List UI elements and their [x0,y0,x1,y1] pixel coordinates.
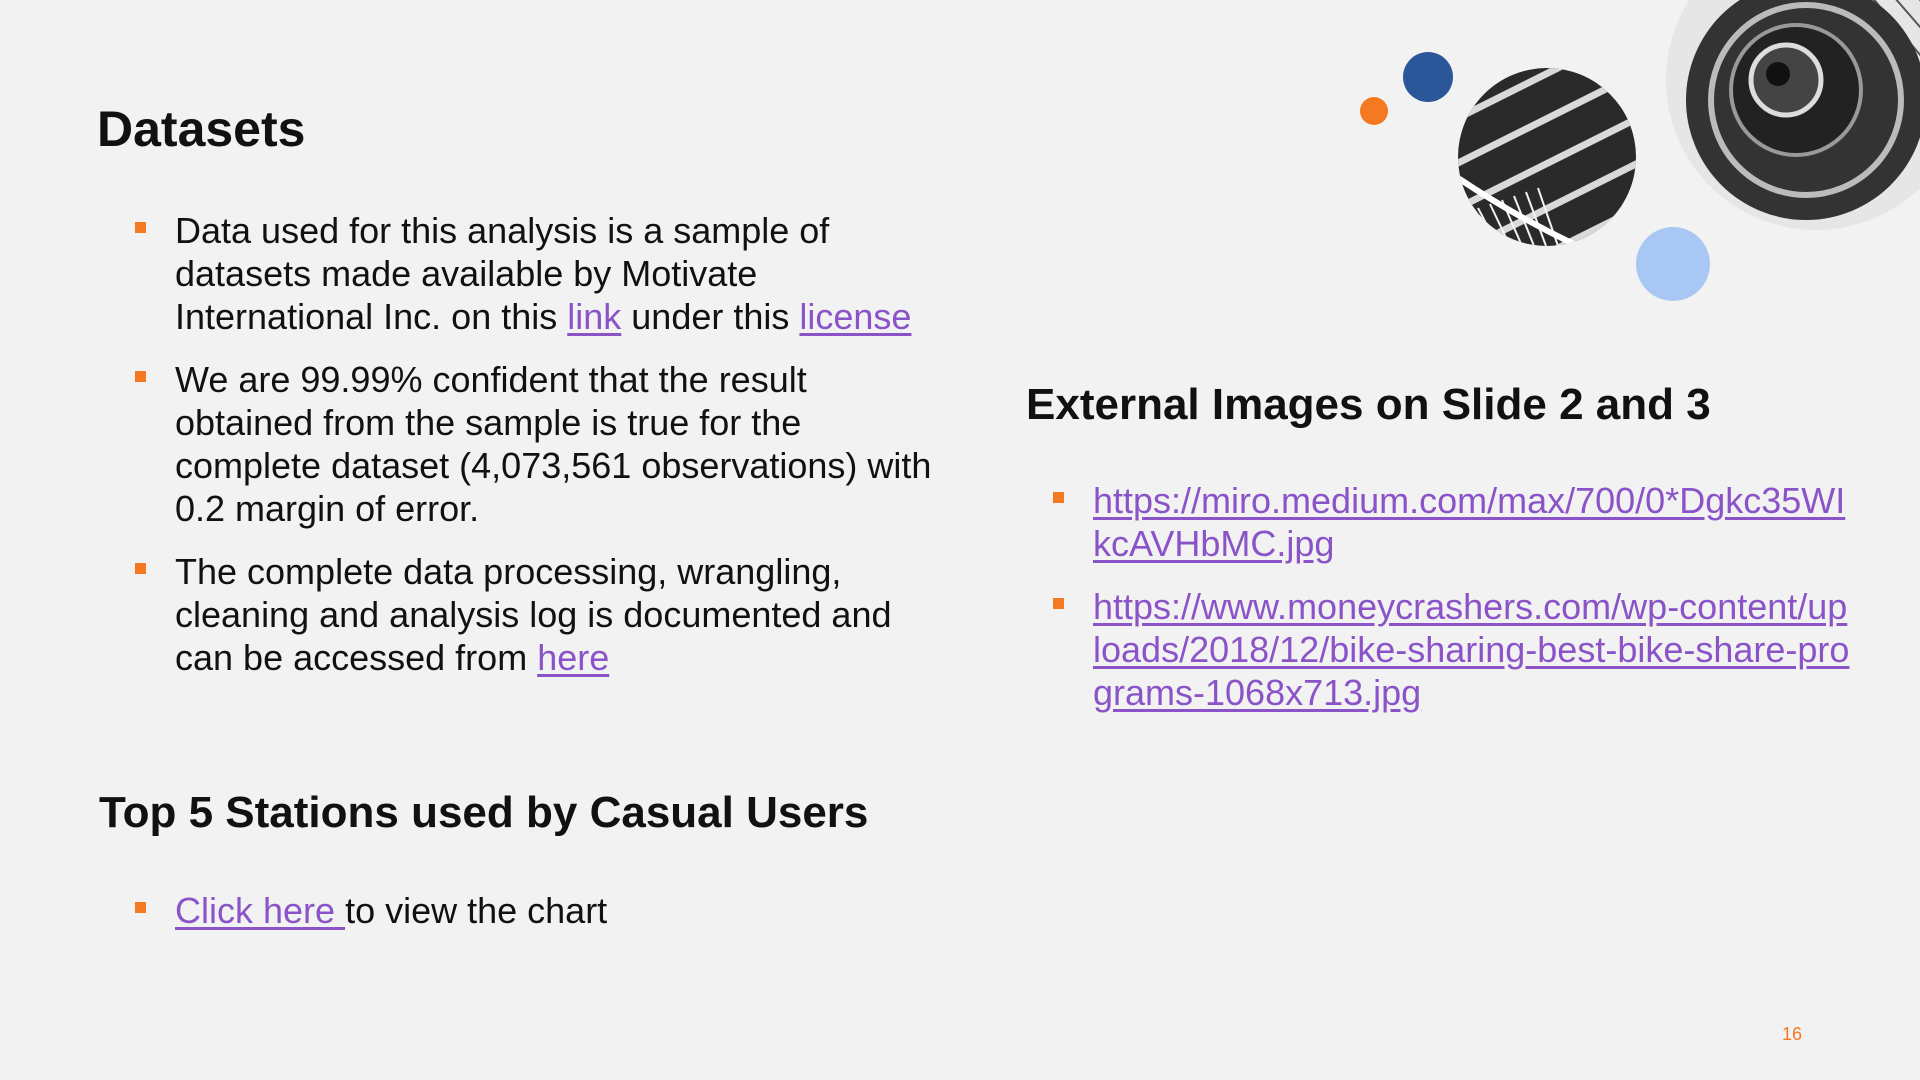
list-item: Data used for this analysis is a sample … [135,209,935,338]
list-item: The complete data processing, wrangling,… [135,550,935,679]
slide: Datasets Data used for this analysis is … [0,0,1920,1080]
analysis-log-link[interactable]: here [537,637,609,678]
license-link[interactable]: license [799,296,911,337]
stairs-photo-circle [1458,68,1636,246]
square-bullet-icon [1053,492,1064,503]
blue-dot-decoration [1403,52,1453,102]
list-item: https://www.moneycrashers.com/wp-content… [1053,585,1853,714]
list-item: Click here to view the chart [135,889,935,932]
square-bullet-icon [1053,598,1064,609]
datasets-list: Data used for this analysis is a sample … [135,209,935,699]
bullet-text: to view the chart [345,890,608,931]
external-images-heading: External Images on Slide 2 and 3 [1026,380,1711,429]
chart-link[interactable]: Click here [175,890,345,931]
top5-list: Click here to view the chart [135,889,935,952]
page-number: 16 [1782,1024,1803,1044]
light-blue-dot-decoration [1636,227,1710,301]
orange-dot-decoration [1360,97,1388,125]
top5-heading: Top 5 Stations used by Casual Users [99,788,869,837]
spiral-staircase-photo-circle [1666,0,1920,230]
external-image-link-1[interactable]: https://miro.medium.com/max/700/0*Dgkc35… [1093,480,1845,564]
bullet-text: We are 99.99% confident that the result … [175,359,932,529]
square-bullet-icon [135,222,146,233]
list-item: https://miro.medium.com/max/700/0*Dgkc35… [1053,479,1853,565]
list-item: We are 99.99% confident that the result … [135,358,935,530]
square-bullet-icon [135,563,146,574]
external-images-list: https://miro.medium.com/max/700/0*Dgkc35… [1053,479,1853,734]
dataset-link[interactable]: link [567,296,621,337]
bullet-text: under this [621,296,800,337]
square-bullet-icon [135,371,146,382]
square-bullet-icon [135,902,146,913]
bullet-text: The complete data processing, wrangling,… [175,551,892,678]
datasets-heading: Datasets [97,101,306,157]
external-image-link-2[interactable]: https://www.moneycrashers.com/wp-content… [1093,586,1849,713]
